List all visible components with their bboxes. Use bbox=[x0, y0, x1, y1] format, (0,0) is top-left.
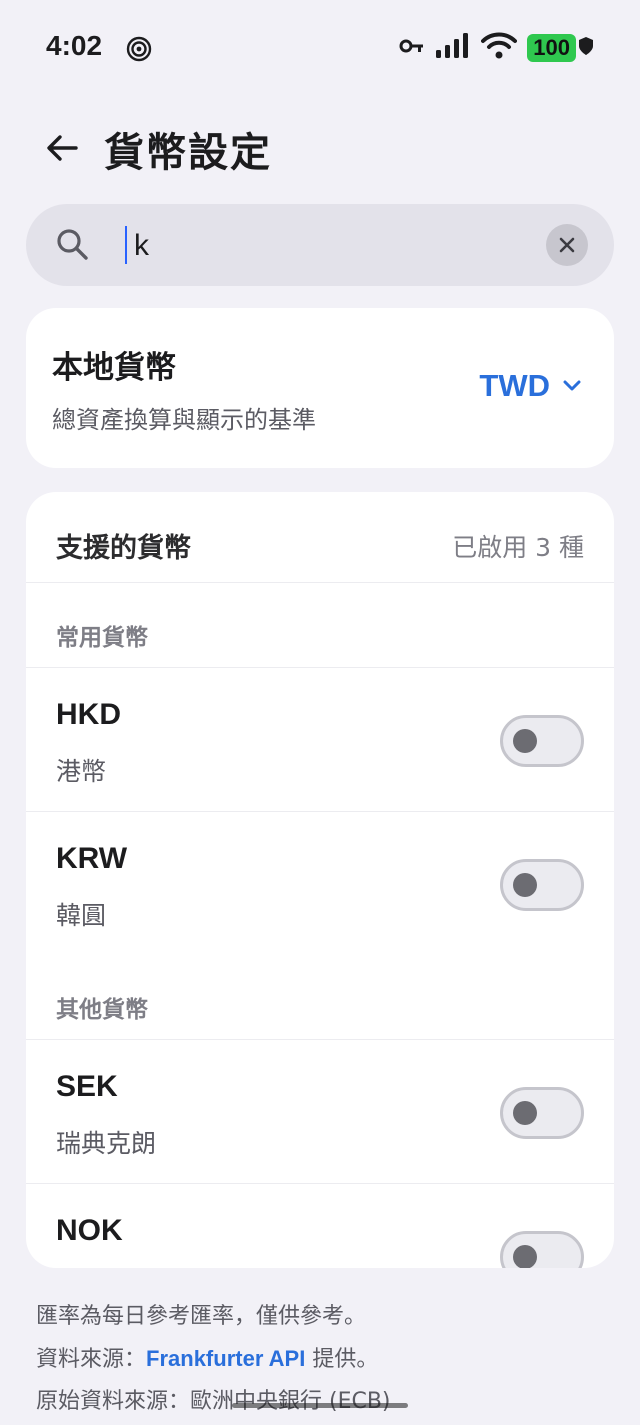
currency-toggle-krw[interactable] bbox=[500, 859, 584, 911]
local-currency-title: 本地貨幣 bbox=[52, 350, 176, 386]
back-button[interactable] bbox=[40, 126, 84, 170]
page-title: 貨幣設定 bbox=[104, 130, 272, 176]
currency-name: 瑞典克朗 bbox=[56, 1129, 157, 1158]
section-label-common: 常用貨幣 bbox=[56, 625, 148, 651]
text-cursor bbox=[125, 226, 127, 264]
signal-icon bbox=[435, 33, 471, 63]
shield-icon bbox=[578, 36, 594, 60]
spiral-icon bbox=[126, 36, 152, 62]
currency-row-krw[interactable]: KRW 韓圓 bbox=[26, 811, 614, 955]
local-currency-value: TWD bbox=[479, 368, 550, 403]
supported-currencies-card: 支援的貨幣 已啟用 3 種 常用貨幣 HKD 港幣 KRW 韓圓 其他貨幣 SE… bbox=[26, 492, 614, 1268]
arrow-left-icon bbox=[47, 135, 78, 161]
currency-name: 韓圓 bbox=[56, 901, 107, 930]
local-currency-card[interactable]: 本地貨幣 總資產換算與顯示的基準 TWD bbox=[26, 308, 614, 468]
currency-code: HKD bbox=[56, 698, 121, 731]
search-bar[interactable] bbox=[26, 204, 614, 286]
currency-code: KRW bbox=[56, 842, 128, 875]
currency-row-hkd[interactable]: HKD 港幣 bbox=[26, 667, 614, 811]
currency-row-nok[interactable]: NOK bbox=[26, 1183, 614, 1268]
frankfurter-api-link[interactable]: Frankfurter API bbox=[146, 1346, 305, 1371]
list-header: 支援的貨幣 已啟用 3 種 bbox=[26, 492, 614, 583]
status-time: 4:02 bbox=[46, 30, 103, 61]
local-currency-select[interactable]: TWD bbox=[479, 368, 582, 404]
currency-row-sek[interactable]: SEK 瑞典克朗 bbox=[26, 1039, 614, 1183]
key-icon bbox=[399, 36, 425, 60]
enabled-count: 已啟用 3 種 bbox=[452, 533, 584, 562]
clear-search-button[interactable] bbox=[546, 224, 588, 266]
chevron-down-icon bbox=[563, 380, 581, 391]
section-label-other: 其他貨幣 bbox=[56, 997, 148, 1023]
local-currency-description: 總資產換算與顯示的基準 bbox=[52, 406, 316, 434]
footer-line-disclaimer: 匯率為每日參考匯率，僅供參考。 bbox=[36, 1304, 367, 1329]
header: 貨幣設定 bbox=[0, 112, 640, 182]
battery-indicator: 100 bbox=[527, 34, 576, 62]
currency-code: SEK bbox=[56, 1070, 118, 1103]
search-input[interactable] bbox=[134, 224, 554, 268]
currency-code: NOK bbox=[56, 1214, 123, 1247]
currency-toggle-hkd[interactable] bbox=[500, 715, 584, 767]
currency-toggle-sek[interactable] bbox=[500, 1087, 584, 1139]
home-indicator[interactable] bbox=[232, 1403, 408, 1408]
footer-line-source: 資料來源：Frankfurter API 提供。 bbox=[36, 1346, 379, 1372]
search-icon bbox=[54, 226, 90, 262]
currency-name: 港幣 bbox=[56, 757, 107, 786]
close-icon bbox=[559, 237, 575, 253]
currency-toggle-nok[interactable] bbox=[500, 1231, 584, 1268]
wifi-icon bbox=[481, 32, 518, 64]
footer-line-original-source: 原始資料來源：歐洲中央銀行 (ECB) bbox=[36, 1389, 391, 1414]
status-bar: 4:02 100 bbox=[0, 0, 640, 96]
list-header-title: 支援的貨幣 bbox=[56, 533, 191, 564]
